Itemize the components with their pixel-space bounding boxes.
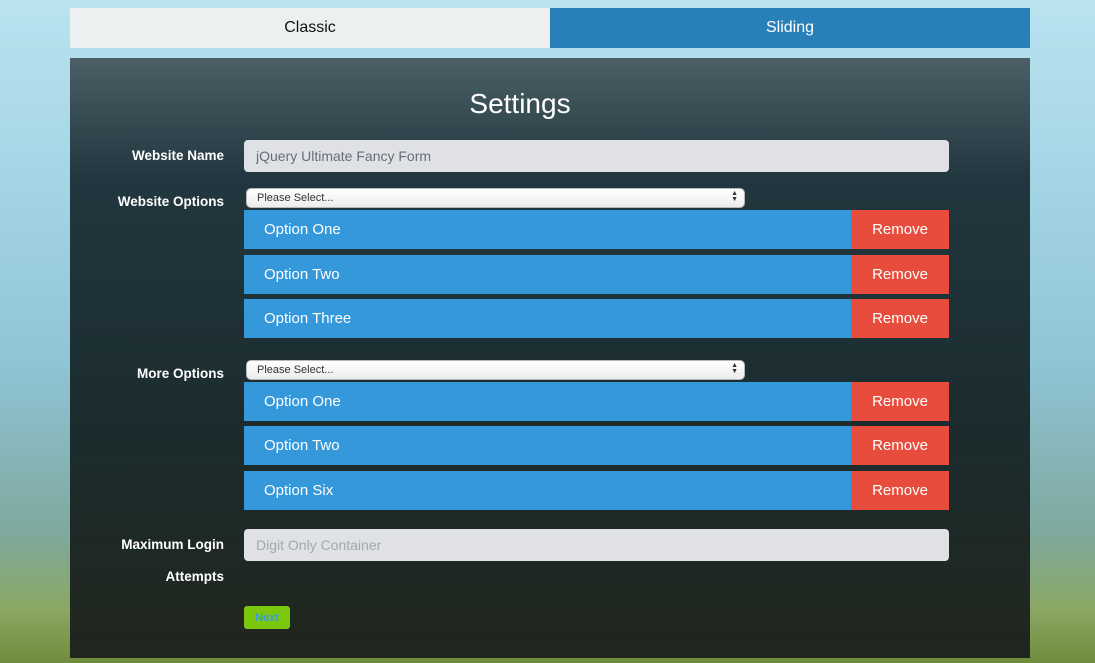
title-text: Settings <box>469 88 571 119</box>
settings-panel: Settings Website Name Website Options Pl… <box>70 58 1030 658</box>
website-option-row: Option One Remove <box>244 210 949 249</box>
remove-button[interactable]: Remove <box>851 299 949 338</box>
more-option-row: Option One Remove <box>244 382 949 421</box>
max-login-label-line2: Attempts <box>165 569 224 584</box>
next-button[interactable]: Next <box>244 606 290 629</box>
website-name-label: Website Name <box>131 148 224 163</box>
tab-sliding[interactable]: Sliding <box>550 8 1030 48</box>
option-label: Option Two <box>244 255 851 294</box>
more-option-row: Option Two Remove <box>244 426 949 465</box>
tab-classic[interactable]: Classic <box>70 8 550 48</box>
website-option-row: Option Three Remove <box>244 299 949 338</box>
option-label: Option One <box>244 210 851 249</box>
option-label: Option Three <box>244 299 851 338</box>
more-options-select-value: Please Select... <box>257 364 334 376</box>
select-arrows-icon: ▲ ▼ <box>731 190 738 203</box>
option-label: Option Six <box>244 471 851 510</box>
option-label: Option Two <box>244 426 851 465</box>
option-label: Option One <box>244 382 851 421</box>
website-option-row: Option Two Remove <box>244 255 949 294</box>
more-option-row: Option Six Remove <box>244 471 949 510</box>
more-options-select[interactable]: Please Select... ▲ ▼ <box>246 360 745 380</box>
website-options-select-value: Please Select... <box>257 192 334 204</box>
remove-button[interactable]: Remove <box>851 471 949 510</box>
max-login-label: Maximum Login <box>121 537 224 552</box>
website-options-select[interactable]: Please Select... ▲ ▼ <box>246 188 745 208</box>
select-arrows-icon: ▲ ▼ <box>731 362 738 375</box>
form-style-tabs: Classic Sliding <box>70 8 1030 48</box>
website-name-input[interactable] <box>244 140 949 172</box>
page-title: Settings <box>70 88 970 120</box>
remove-button[interactable]: Remove <box>851 255 949 294</box>
remove-button[interactable]: Remove <box>851 382 949 421</box>
remove-button[interactable]: Remove <box>851 426 949 465</box>
website-options-label: Website Options <box>117 194 224 209</box>
more-options-label: More Options <box>137 366 224 381</box>
remove-button[interactable]: Remove <box>851 210 949 249</box>
max-login-input[interactable] <box>244 529 949 561</box>
